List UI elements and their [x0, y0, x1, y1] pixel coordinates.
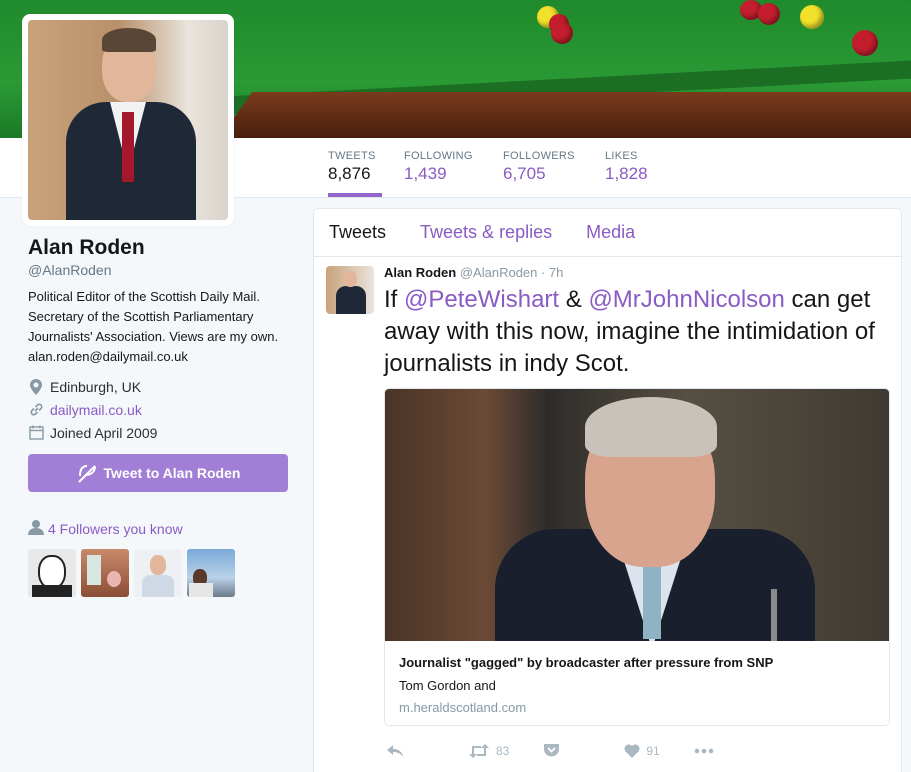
table-rail [220, 92, 911, 138]
card-title: Journalist "gagged" by broadcaster after… [399, 655, 774, 670]
ball-red-2 [551, 22, 573, 44]
avatar-tie [122, 112, 134, 182]
card-image [385, 389, 889, 641]
timeline-tabs: Tweets Tweets & replies Media [314, 209, 901, 257]
follower-avatar[interactable] [134, 549, 182, 597]
stat-following[interactable]: FOLLOWING 1,439 [404, 150, 473, 184]
timeline: Tweets Tweets & replies Media Alan Roden… [313, 208, 902, 772]
tab-tweets-replies[interactable]: Tweets & replies [420, 222, 552, 243]
card-image-hair [585, 397, 717, 457]
avatar-hair [102, 28, 156, 52]
calendar-icon [28, 425, 44, 441]
stat-tweets[interactable]: TWEETS 8,876 [328, 150, 382, 197]
followers-you-know[interactable]: 4 Followers you know [28, 519, 183, 538]
tweet-handle-time[interactable]: @AlanRoden · 7h [460, 265, 564, 280]
compose-icon [77, 465, 96, 483]
person-icon [28, 519, 44, 538]
card-description: Tom Gordon and [399, 678, 496, 693]
profile-handle[interactable]: @AlanRoden [28, 262, 290, 278]
profile-meta: Edinburgh, UK dailymail.co.uk Joined Apr… [28, 375, 290, 444]
pocket-button[interactable] [543, 743, 560, 758]
follower-avatar[interactable] [81, 549, 129, 597]
tab-tweets[interactable]: Tweets [329, 222, 386, 243]
retweet-icon [469, 743, 489, 758]
card-url: m.heraldscotland.com [399, 700, 527, 715]
profile-location: Edinburgh, UK [28, 375, 290, 398]
location-icon [28, 378, 44, 395]
profile-website: dailymail.co.uk [28, 398, 290, 421]
retweet-button[interactable]: 83 [468, 743, 510, 758]
profile-card: Alan Roden @AlanRoden Political Editor o… [28, 236, 290, 444]
ball-red-5 [852, 30, 878, 56]
like-button[interactable]: 91 [624, 743, 660, 758]
stat-likes[interactable]: LIKES 1,828 [605, 150, 648, 184]
stat-value: 6,705 [503, 164, 546, 183]
profile-joined: Joined April 2009 [28, 421, 290, 444]
website-link[interactable]: dailymail.co.uk [50, 402, 142, 418]
link-card[interactable]: Journalist "gagged" by broadcaster after… [384, 388, 890, 726]
stat-label: FOLLOWING [404, 150, 473, 162]
mention-link[interactable]: @PeteWishart [404, 286, 559, 313]
stat-value: 1,439 [404, 164, 447, 183]
stat-label: LIKES [605, 150, 638, 162]
tweet-avatar-head [344, 271, 357, 287]
tweet-to-button[interactable]: Tweet to Alan Roden [28, 454, 288, 492]
follower-avatar[interactable] [28, 549, 76, 597]
heart-icon [624, 743, 640, 758]
retweet-count: 83 [496, 743, 510, 758]
profile-bio: Political Editor of the Scottish Daily M… [28, 289, 279, 364]
tweet-to-label: Tweet to Alan Roden [103, 465, 241, 481]
reply-icon [387, 744, 403, 757]
mention-link[interactable]: @MrJohnNicolson [588, 286, 784, 313]
tweet-avatar-suit [336, 286, 366, 314]
more-button[interactable] [694, 748, 714, 754]
followers-you-know-label: 4 Followers you know [48, 520, 183, 537]
tweet-author-name[interactable]: Alan Roden [384, 265, 456, 280]
profile-name[interactable]: Alan Roden [28, 236, 290, 260]
pocket-icon [544, 744, 560, 757]
stat-followers[interactable]: FOLLOWERS 6,705 [503, 150, 575, 184]
tab-media[interactable]: Media [586, 222, 635, 243]
tweet-text-mid: & [559, 286, 589, 313]
reply-button[interactable] [386, 744, 404, 758]
joined-text: Joined April 2009 [50, 424, 158, 441]
follower-avatar[interactable] [187, 549, 235, 597]
like-count: 91 [646, 743, 660, 758]
ball-yellow-2 [800, 5, 824, 29]
followers-you-know-avatars [28, 549, 235, 597]
tweet-text-pre: If [384, 286, 405, 313]
more-icon [694, 748, 714, 753]
stat-value: 8,876 [328, 164, 371, 183]
ball-red-4 [758, 3, 780, 25]
tweet-avatar[interactable] [326, 266, 374, 314]
tweet-actions: 83 91 [386, 743, 748, 758]
stat-value: 1,828 [605, 164, 648, 183]
tweet-text: If @PeteWishart & @MrJohnNicolson can ge… [384, 284, 889, 380]
stat-label: TWEETS [328, 150, 376, 162]
stat-label: FOLLOWERS [503, 150, 575, 162]
card-image-microphone [771, 589, 777, 641]
location-text: Edinburgh, UK [50, 378, 142, 395]
tweet-header: Alan Roden @AlanRoden · 7h [384, 265, 563, 280]
profile-avatar[interactable] [22, 14, 234, 226]
avatar-photo [28, 20, 228, 220]
link-icon [28, 402, 44, 418]
